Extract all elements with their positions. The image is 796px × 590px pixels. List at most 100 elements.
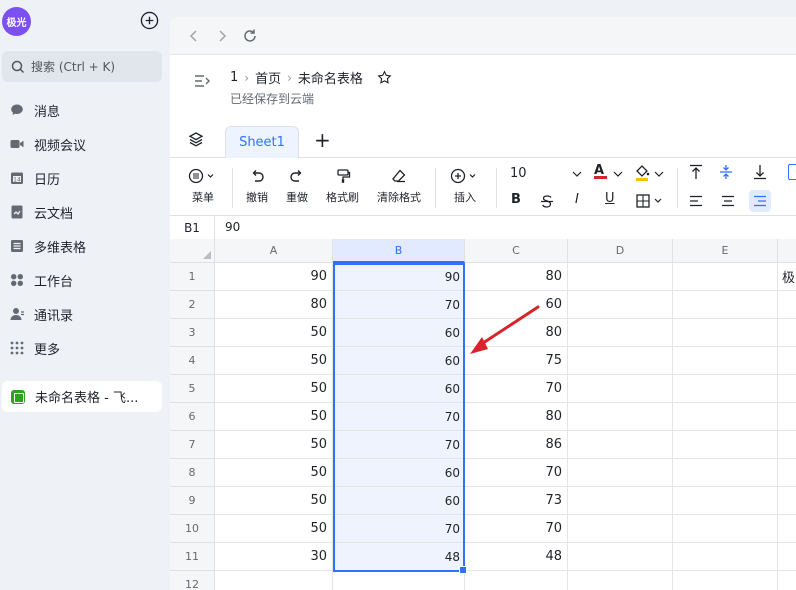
sidebar-item-messages[interactable]: 消息 <box>0 93 170 127</box>
row-header[interactable]: 4 <box>170 347 215 375</box>
table-cell[interactable]: 60 <box>333 459 465 487</box>
table-cell[interactable] <box>778 431 796 459</box>
format-painter-button[interactable]: 格式刷 <box>326 168 359 205</box>
table-cell[interactable] <box>778 459 796 487</box>
sidebar-item-contacts[interactable]: 通讯录 <box>0 297 170 331</box>
sidebar-item-base[interactable]: 多维表格 <box>0 229 170 263</box>
table-cell[interactable] <box>673 515 778 543</box>
formula-input[interactable]: 90 <box>225 220 240 234</box>
column-header-d[interactable]: D <box>568 239 673 263</box>
table-cell[interactable] <box>778 543 796 571</box>
table-cell[interactable]: 50 <box>215 515 333 543</box>
breadcrumb-home[interactable]: 首页 <box>255 68 281 87</box>
row-header[interactable]: 2 <box>170 291 215 319</box>
table-cell[interactable] <box>778 375 796 403</box>
chevron-down-icon[interactable] <box>572 170 582 178</box>
search-input[interactable]: 搜索 (Ctrl + K) <box>2 51 162 82</box>
table-cell[interactable]: 75 <box>465 347 568 375</box>
sidebar-open-doc[interactable]: 未命名表格 - 飞... <box>2 381 162 412</box>
sidebar-item-workplace[interactable]: 工作台 <box>0 263 170 297</box>
row-header[interactable]: 5 <box>170 375 215 403</box>
table-cell[interactable] <box>673 291 778 319</box>
layers-icon[interactable] <box>188 131 204 147</box>
table-cell[interactable] <box>568 515 673 543</box>
row-header[interactable]: 3 <box>170 319 215 347</box>
toolbar-overflow-icon[interactable] <box>788 164 796 180</box>
table-cell[interactable]: 60 <box>333 487 465 515</box>
table-cell[interactable]: 86 <box>465 431 568 459</box>
column-header-e[interactable]: E <box>673 239 778 263</box>
sidebar-item-calendar[interactable]: 14 日历 <box>0 161 170 195</box>
table-cell[interactable] <box>673 459 778 487</box>
sidebar-item-video-meeting[interactable]: 视频会议 <box>0 127 170 161</box>
table-cell[interactable] <box>673 487 778 515</box>
table-cell[interactable]: 90 <box>333 263 465 291</box>
row-header[interactable]: 8 <box>170 459 215 487</box>
table-cell[interactable]: 50 <box>215 375 333 403</box>
row-header[interactable]: 10 <box>170 515 215 543</box>
table-cell[interactable] <box>673 543 778 571</box>
table-cell[interactable]: 90 <box>215 263 333 291</box>
table-cell[interactable] <box>778 403 796 431</box>
undo-button[interactable]: 撤销 <box>246 168 268 205</box>
fill-color-icon[interactable] <box>634 164 650 181</box>
table-cell[interactable] <box>568 431 673 459</box>
table-cell[interactable]: 50 <box>215 431 333 459</box>
table-cell[interactable]: 80 <box>215 291 333 319</box>
table-cell[interactable] <box>673 347 778 375</box>
table-cell[interactable]: 70 <box>333 291 465 319</box>
align-middle-icon[interactable] <box>719 164 733 180</box>
row-header[interactable]: 6 <box>170 403 215 431</box>
row-header[interactable]: 9 <box>170 487 215 515</box>
align-bottom-icon[interactable] <box>753 164 767 180</box>
row-header[interactable]: 1 <box>170 263 215 291</box>
column-header-a[interactable]: A <box>215 239 333 263</box>
row-header[interactable]: 7 <box>170 431 215 459</box>
table-cell[interactable] <box>568 571 673 590</box>
table-cell[interactable]: 60 <box>333 375 465 403</box>
table-cell[interactable]: 48 <box>333 543 465 571</box>
redo-button[interactable]: 重做 <box>286 168 308 205</box>
table-cell[interactable] <box>778 515 796 543</box>
table-cell[interactable]: 60 <box>333 319 465 347</box>
strikethrough-icon[interactable] <box>540 194 554 209</box>
chevron-down-icon[interactable] <box>654 170 664 178</box>
border-icon[interactable] <box>636 194 666 208</box>
table-cell[interactable]: 极 <box>778 263 796 291</box>
table-cell[interactable] <box>778 571 796 590</box>
chevron-down-icon[interactable] <box>613 170 623 178</box>
outline-menu-icon[interactable] <box>194 73 212 89</box>
table-cell[interactable] <box>673 403 778 431</box>
select-all-corner[interactable] <box>170 239 215 263</box>
table-cell[interactable] <box>673 319 778 347</box>
table-cell[interactable] <box>568 347 673 375</box>
table-cell[interactable] <box>568 291 673 319</box>
table-cell[interactable] <box>673 263 778 291</box>
table-cell[interactable]: 50 <box>215 347 333 375</box>
table-cell[interactable] <box>673 431 778 459</box>
table-cell[interactable] <box>568 487 673 515</box>
table-cell[interactable] <box>778 347 796 375</box>
table-cell[interactable] <box>215 571 333 590</box>
add-sheet-button[interactable]: + <box>314 130 331 150</box>
table-cell[interactable]: 70 <box>333 403 465 431</box>
italic-button[interactable]: I <box>575 192 579 207</box>
column-header-b[interactable]: B <box>333 239 465 263</box>
align-center-icon[interactable] <box>721 195 735 207</box>
table-cell[interactable]: 50 <box>215 403 333 431</box>
align-right-button[interactable] <box>749 190 771 212</box>
table-cell[interactable]: 70 <box>333 515 465 543</box>
table-cell[interactable] <box>568 375 673 403</box>
table-cell[interactable] <box>333 571 465 590</box>
table-cell[interactable]: 60 <box>465 291 568 319</box>
table-cell[interactable]: 30 <box>215 543 333 571</box>
table-cell[interactable]: 80 <box>465 319 568 347</box>
table-cell[interactable]: 70 <box>465 375 568 403</box>
table-cell[interactable]: 73 <box>465 487 568 515</box>
align-left-icon[interactable] <box>689 195 703 207</box>
table-cell[interactable]: 80 <box>465 403 568 431</box>
sidebar-item-more[interactable]: 更多 <box>0 331 170 365</box>
table-cell[interactable] <box>568 403 673 431</box>
avatar[interactable]: 极光 <box>2 7 31 36</box>
table-cell[interactable] <box>568 543 673 571</box>
